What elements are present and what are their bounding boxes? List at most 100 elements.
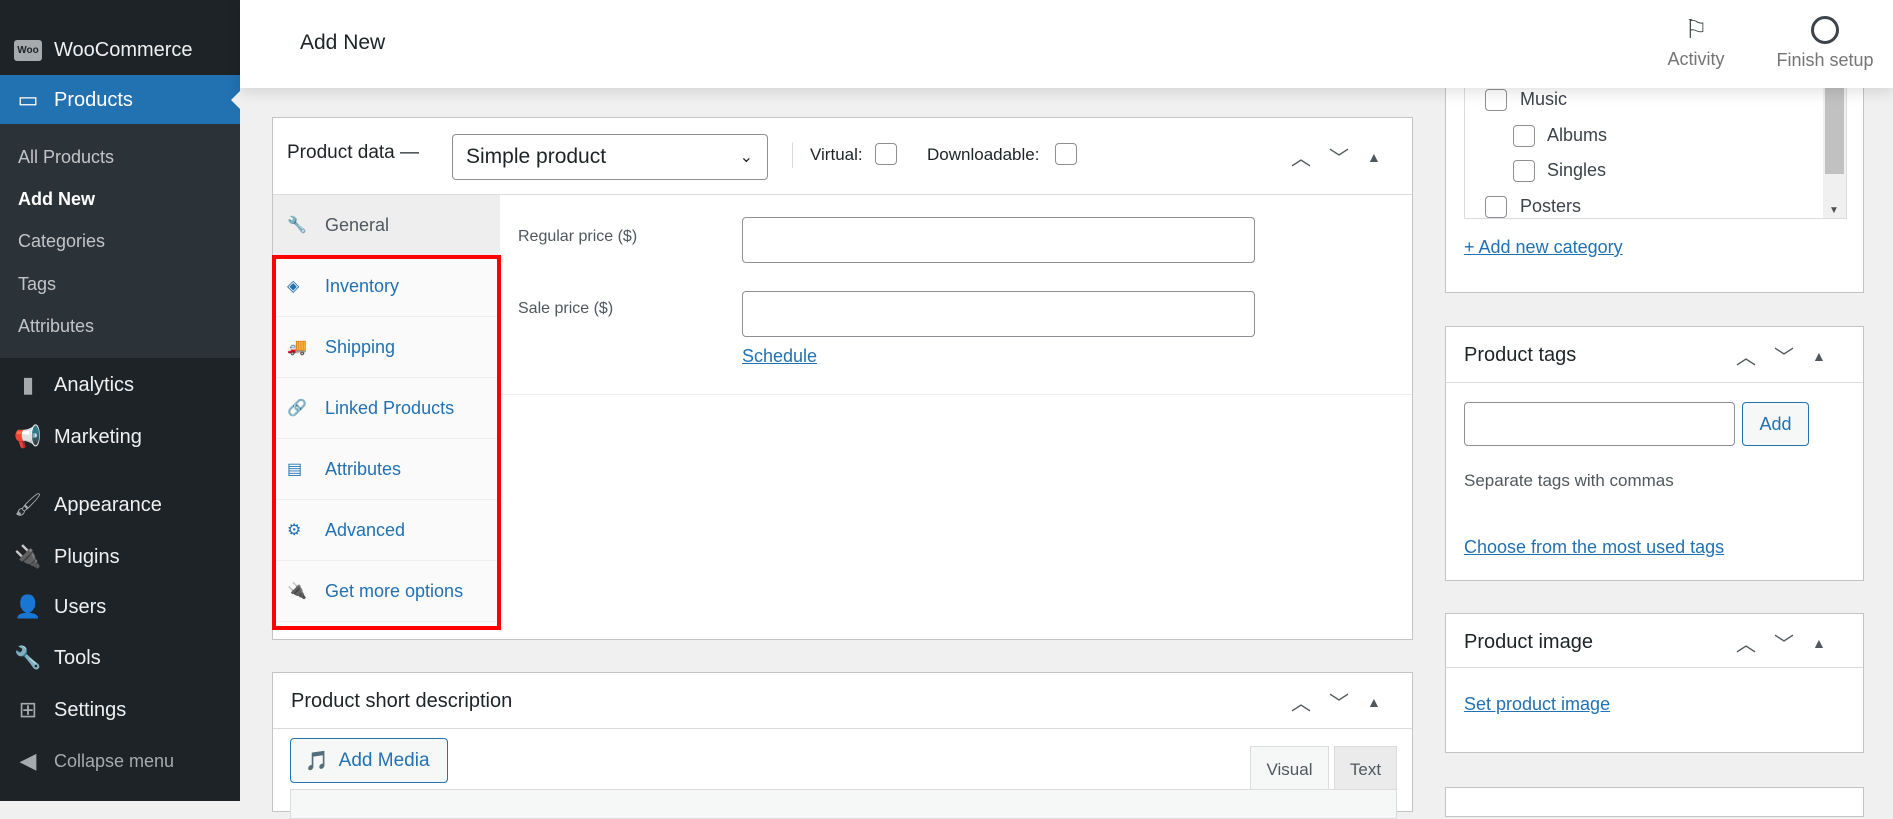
collapse-arrow-icon: ◀: [19, 748, 37, 773]
sidebar-item-products[interactable]: ▭ Products: [0, 75, 240, 125]
move-up-icon[interactable]: ︿: [1291, 687, 1311, 716]
activity-button[interactable]: ⚐ Activity: [1646, 14, 1746, 70]
submenu-add-new[interactable]: Add New: [18, 189, 95, 210]
sidebar-label: Settings: [54, 698, 127, 721]
choose-most-used-tags-link[interactable]: Choose from the most used tags: [1464, 537, 1724, 558]
sidebar-label: Analytics: [54, 373, 135, 396]
sale-price-label: Sale price ($): [518, 300, 614, 317]
product-data-title: Product data —: [287, 142, 420, 163]
product-type-value: Simple product: [466, 145, 607, 168]
sidebar-item-plugins[interactable]: 🔌 Plugins: [0, 532, 240, 582]
wrench-icon: 🔧: [14, 645, 42, 670]
category-label: Singles: [1547, 160, 1607, 180]
category-checkbox-posters[interactable]: [1485, 196, 1507, 218]
toggle-panel-icon[interactable]: ▲: [1812, 635, 1826, 651]
category-checkbox-singles[interactable]: [1513, 160, 1535, 182]
tab-visual[interactable]: Visual: [1250, 746, 1329, 790]
submenu-all-products[interactable]: All Products: [18, 147, 114, 168]
set-product-image-link[interactable]: Set product image: [1464, 694, 1610, 715]
admin-sidebar: Woo WooCommerce ▭ Products All Products …: [0, 0, 240, 801]
sliders-icon: ⊞: [18, 697, 38, 722]
category-checkbox-albums[interactable]: [1513, 125, 1535, 147]
category-label: Albums: [1547, 125, 1608, 145]
downloadable-checkbox[interactable]: [1055, 143, 1077, 165]
sidebar-item-woocommerce[interactable]: Woo WooCommerce: [0, 25, 240, 75]
divider: [792, 142, 793, 168]
flag-icon: ⚐: [1684, 14, 1708, 44]
sidebar-item-marketing[interactable]: 📢 Marketing: [0, 412, 240, 462]
move-down-icon[interactable]: ﹀: [1329, 687, 1349, 716]
toggle-panel-icon[interactable]: ▲: [1367, 694, 1381, 710]
regular-price-label: Regular price ($): [518, 228, 638, 245]
product-data-box: Product data — Simple product ⌄ Virtual:…: [272, 117, 1413, 640]
wrench-icon: 🔧: [287, 217, 307, 234]
divider: [273, 728, 1412, 729]
downloadable-label: Downloadable:: [927, 145, 1040, 164]
move-up-icon[interactable]: ︿: [1736, 628, 1756, 657]
sidebar-label: Users: [54, 595, 107, 618]
woo-icon: Woo: [13, 37, 43, 63]
virtual-checkbox[interactable]: [875, 143, 897, 165]
add-new-category-link[interactable]: + Add new category: [1464, 237, 1623, 258]
finish-setup-button[interactable]: Finish setup: [1765, 14, 1885, 71]
divider: [501, 394, 1412, 395]
collapse-menu-button[interactable]: ◀ Collapse menu: [0, 736, 240, 786]
product-tags-title: Product tags: [1464, 344, 1577, 366]
regular-price-input[interactable]: [742, 217, 1255, 263]
move-up-icon[interactable]: ︿: [1291, 142, 1311, 171]
submenu-categories[interactable]: Categories: [18, 231, 105, 252]
short-description-title: Product short description: [291, 690, 513, 712]
schedule-link[interactable]: Schedule: [742, 346, 817, 367]
toggle-panel-icon[interactable]: ▲: [1812, 348, 1826, 364]
sidebar-item-users[interactable]: 👤 Users: [0, 582, 240, 632]
bar-chart-icon: ▮: [21, 372, 35, 397]
add-media-button[interactable]: 🎵 Add Media: [290, 738, 448, 783]
scroll-down-icon[interactable]: ▼: [1829, 205, 1839, 216]
sidebar-item-settings[interactable]: ⊞ Settings: [0, 685, 240, 735]
finish-setup-label: Finish setup: [1776, 50, 1874, 70]
megaphone-icon: 📢: [14, 424, 42, 449]
toggle-panel-icon[interactable]: ▲: [1367, 149, 1381, 165]
submenu-tags[interactable]: Tags: [18, 274, 56, 295]
product-data-header: Product data — Simple product ⌄ Virtual:…: [273, 118, 1412, 195]
product-tags-box: Product tags ︿ ﹀ ▲ Add Separate tags with …: [1445, 326, 1864, 581]
tab-label: General: [325, 214, 390, 235]
chevron-down-icon: ⌄: [739, 149, 753, 166]
tab-general[interactable]: 🔧 General: [273, 195, 500, 256]
product-image-title: Product image: [1464, 631, 1593, 653]
category-checkbox-music[interactable]: [1485, 89, 1507, 111]
circle-icon: [1811, 16, 1839, 44]
category-label: Music: [1520, 89, 1568, 109]
short-description-box: Product short description ︿ ﹀ ▲ 🎵 Add Media…: [272, 672, 1413, 819]
category-label: Posters: [1520, 196, 1582, 216]
sidebar-label: Collapse menu: [54, 750, 175, 771]
move-down-icon[interactable]: ﹀: [1774, 628, 1794, 657]
product-image-box: Product image ︿ ﹀ ▲ Set product image: [1445, 613, 1864, 753]
products-submenu: All Products Add New Categories Tags Att…: [0, 124, 240, 358]
tab-text[interactable]: Text: [1334, 746, 1397, 790]
sidebar-label: Plugins: [54, 545, 120, 568]
add-media-label: Add Media: [338, 749, 430, 771]
sidebar-label: Marketing: [54, 425, 142, 448]
move-up-icon[interactable]: ︿: [1736, 341, 1756, 370]
next-metabox: [1445, 787, 1864, 817]
sidebar-label: Tools: [54, 646, 101, 669]
add-tag-button[interactable]: Add: [1742, 402, 1809, 446]
submenu-attributes[interactable]: Attributes: [18, 316, 94, 337]
highlight-box: [272, 255, 501, 630]
sidebar-item-analytics[interactable]: ▮ Analytics: [0, 360, 240, 410]
virtual-label: Virtual:: [810, 145, 863, 164]
sidebar-label: Appearance: [54, 493, 162, 516]
paintbrush-icon: 🖌: [14, 492, 42, 517]
sale-price-input[interactable]: [742, 291, 1255, 337]
move-down-icon[interactable]: ﹀: [1774, 341, 1794, 370]
user-icon: 👤: [14, 594, 42, 619]
tag-input[interactable]: [1464, 402, 1735, 446]
divider: [1446, 382, 1863, 383]
sidebar-item-appearance[interactable]: 🖌 Appearance: [0, 480, 240, 530]
divider: [1446, 667, 1863, 668]
sidebar-label: WooCommerce: [54, 38, 193, 61]
product-type-select[interactable]: Simple product ⌄: [452, 134, 768, 180]
sidebar-item-tools[interactable]: 🔧 Tools: [0, 633, 240, 683]
move-down-icon[interactable]: ﹀: [1329, 142, 1349, 171]
